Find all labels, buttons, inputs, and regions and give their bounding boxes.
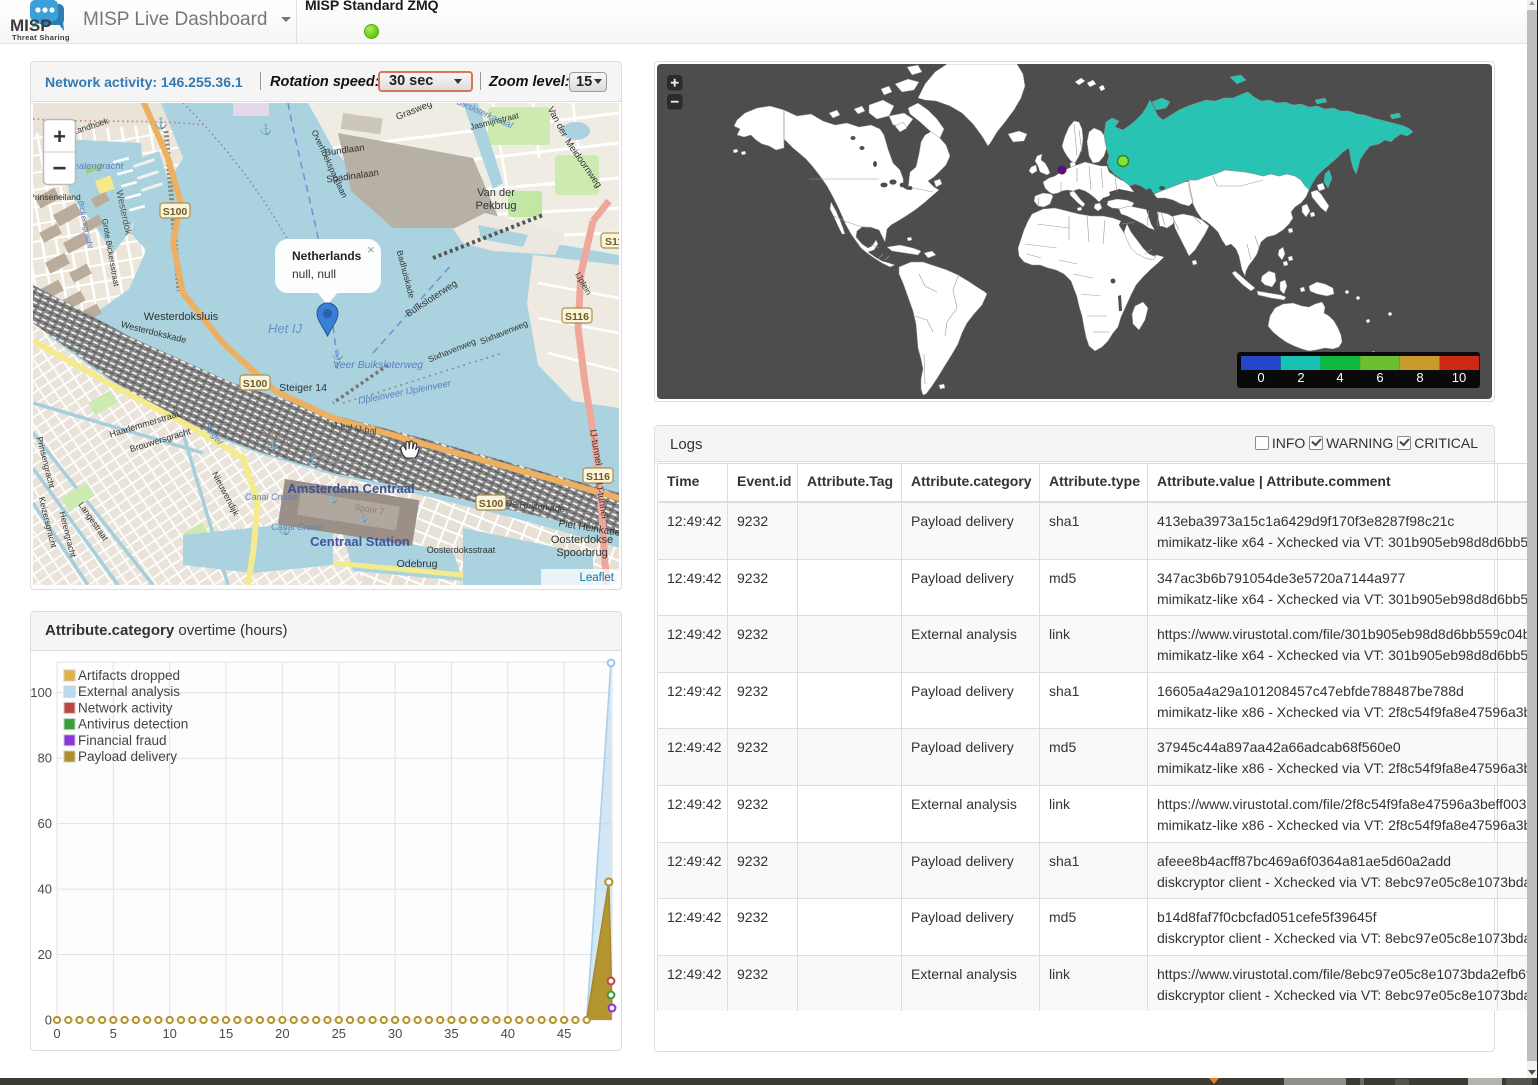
svg-text:⚓: ⚓ — [307, 453, 319, 466]
svg-text:Langestraat: Langestraat — [76, 500, 110, 543]
svg-text:IJpleinveer IJpleinveer: IJpleinveer IJpleinveer — [357, 378, 453, 407]
svg-text:Threat Sharing: Threat Sharing — [12, 33, 70, 42]
svg-text:S100: S100 — [243, 378, 268, 390]
svg-text:Canal Cruise: Canal Cruise — [245, 492, 297, 502]
svg-text:0: 0 — [53, 1026, 60, 1041]
svg-text:⚓: ⚓ — [327, 491, 339, 504]
svg-text:Prinseneiland: Prinseneiland — [33, 192, 81, 202]
svg-text:Het IJ: Het IJ — [268, 321, 302, 336]
svg-text:5: 5 — [110, 1026, 117, 1041]
svg-text:S100: S100 — [479, 498, 504, 510]
svg-text:80: 80 — [38, 751, 52, 766]
svg-text:60: 60 — [38, 816, 52, 831]
svg-text:External analysis: External analysis — [78, 684, 180, 699]
svg-text:IJ-tunnel: IJ-tunnel — [593, 482, 610, 520]
svg-text:Overhoeksparklaan: Overhoeksparklaan — [310, 128, 350, 199]
svg-text:Keizersgracht: Keizersgracht — [37, 496, 59, 549]
svg-text:⚓: ⚓ — [357, 510, 369, 523]
svg-text:Westerdok: Westerdok — [113, 189, 133, 236]
svg-text:Spoorbrug: Spoorbrug — [556, 547, 607, 559]
svg-text:25: 25 — [332, 1026, 346, 1041]
svg-text:IJ-tunnel: IJ-tunnel — [587, 429, 604, 467]
svg-text:30: 30 — [388, 1026, 402, 1041]
svg-text:Bickersgracht: Bickersgracht — [76, 200, 95, 250]
svg-text:40: 40 — [38, 882, 52, 897]
svg-text:S100: S100 — [163, 206, 188, 218]
svg-text:Network activity: Network activity — [78, 700, 173, 715]
svg-text:Sixhavenweg: Sixhavenweg — [427, 336, 478, 364]
svg-text:10: 10 — [1452, 370, 1466, 385]
svg-text:8: 8 — [1416, 370, 1423, 385]
svg-text:2: 2 — [1297, 370, 1304, 385]
svg-text:Grote Bickersstraat: Grote Bickersstraat — [100, 218, 121, 288]
svg-text:Steiger 14: Steiger 14 — [279, 382, 327, 394]
svg-text:S11: S11 — [605, 236, 619, 248]
svg-text:40: 40 — [501, 1026, 515, 1041]
svg-text:Zandhoek: Zandhoek — [71, 115, 111, 136]
svg-text:0: 0 — [1257, 370, 1264, 385]
svg-text:Antivirus detection: Antivirus detection — [78, 717, 188, 732]
svg-text:Meidoornweg: Meidoornweg — [562, 137, 604, 190]
svg-text:20: 20 — [275, 1026, 289, 1041]
svg-text:De Ruijterkade: De Ruijterkade — [505, 498, 565, 514]
svg-text:Amsterdam Centraal: Amsterdam Centraal — [287, 481, 414, 496]
svg-text:Van der: Van der — [477, 187, 515, 199]
svg-text:⚓: ⚓ — [260, 123, 272, 136]
svg-text:Grasweg: Grasweg — [394, 103, 433, 123]
svg-text:Artifacts dropped: Artifacts dropped — [78, 668, 180, 683]
svg-text:Oosterdoksstraat: Oosterdoksstraat — [427, 545, 496, 555]
svg-text:Leaflet: Leaflet — [579, 572, 614, 584]
svg-text:×: × — [367, 242, 375, 257]
svg-text:Financial fraud: Financial fraud — [78, 733, 167, 748]
svg-text:Veer Buiksloterweg: Veer Buiksloterweg — [333, 359, 423, 371]
svg-text:Herengracht: Herengracht — [57, 510, 78, 558]
svg-text:⚓: ⚓ — [154, 117, 168, 130]
svg-text:null, null: null, null — [292, 267, 336, 281]
svg-text:0: 0 — [45, 1013, 52, 1028]
svg-text:S116: S116 — [586, 471, 610, 483]
svg-text:15: 15 — [219, 1026, 233, 1041]
svg-text:Westerdoksluis: Westerdoksluis — [144, 311, 219, 323]
svg-text:Odebrug: Odebrug — [397, 558, 438, 570]
svg-text:Van der: Van der — [545, 105, 570, 139]
svg-text:Singel: Singel — [202, 420, 225, 447]
svg-text:IJplein: IJplein — [573, 270, 594, 297]
svg-text:6: 6 — [1376, 370, 1383, 385]
svg-text:⚓: ⚓ — [332, 348, 344, 361]
svg-text:4: 4 — [1336, 370, 1343, 385]
svg-text:20: 20 — [38, 947, 52, 962]
svg-text:−: − — [52, 155, 66, 182]
svg-text:Prinsengracht: Prinsengracht — [35, 436, 58, 490]
svg-text:S116: S116 — [565, 311, 589, 323]
svg-text:+: + — [53, 124, 66, 149]
svg-text:45: 45 — [557, 1026, 571, 1041]
svg-text:Badhuiskade: Badhuiskade — [395, 249, 417, 299]
svg-text:⚓: ⚓ — [279, 523, 291, 536]
svg-text:Sixhavenweg: Sixhavenweg — [479, 318, 530, 346]
svg-text:⚓: ⚓ — [267, 438, 279, 451]
svg-text:Centraal Station: Centraal Station — [310, 534, 410, 549]
svg-text:Netherlands: Netherlands — [292, 249, 362, 263]
svg-text:Westerdokskade: Westerdokskade — [120, 319, 187, 345]
svg-text:Nieuwendijk: Nieuwendijk — [210, 470, 242, 518]
svg-text:IJ-hal IJ-hal: IJ-hal IJ-hal — [330, 420, 377, 436]
svg-text:10: 10 — [162, 1026, 176, 1041]
svg-text:35: 35 — [444, 1026, 458, 1041]
svg-text:100: 100 — [31, 685, 52, 700]
svg-text:Payload delivery: Payload delivery — [78, 749, 177, 764]
svg-text:Pekbrug: Pekbrug — [476, 200, 517, 212]
